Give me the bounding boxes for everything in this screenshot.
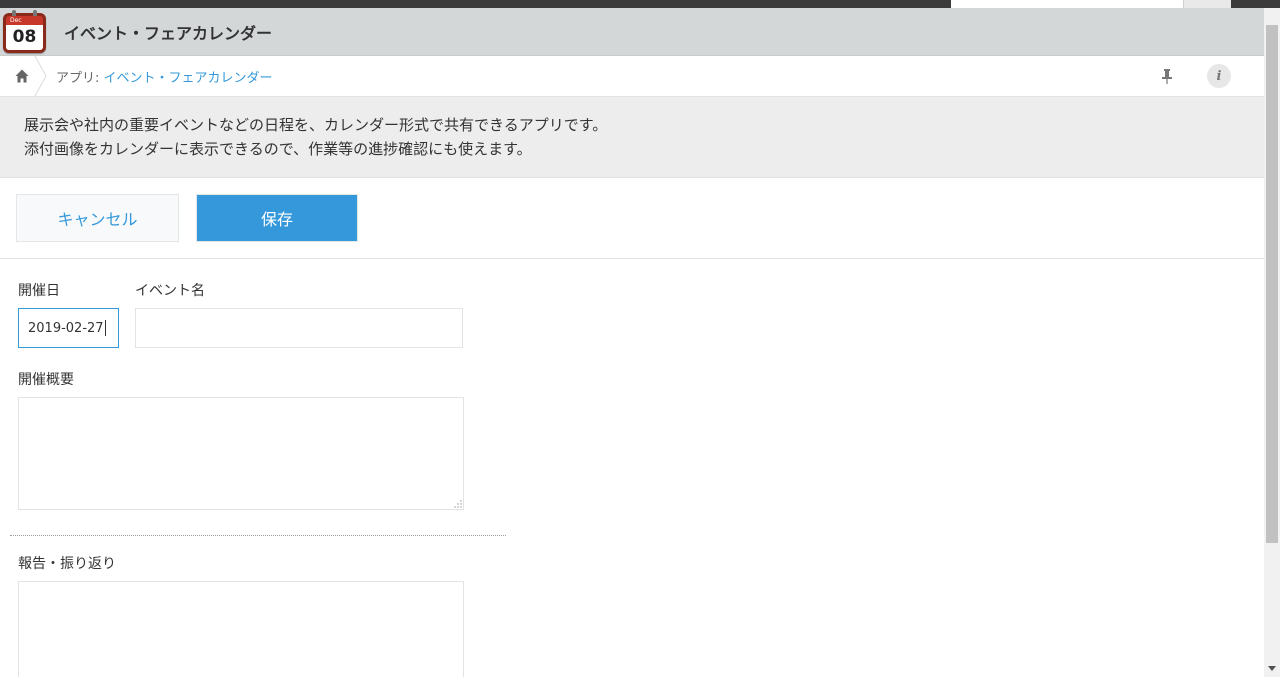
field-group-divider [10,535,506,536]
summary-textarea[interactable] [18,397,464,510]
global-top-bar [0,0,1280,8]
breadcrumb: アプリ: イベント・フェアカレンダー i [0,56,1264,97]
text-caret [104,320,106,336]
resize-grip-icon[interactable] [453,499,462,508]
scrollbar-thumb[interactable] [1266,25,1278,543]
form-action-bar: キャンセル 保存 [0,178,1264,259]
home-icon [15,69,29,83]
cancel-button[interactable]: キャンセル [16,194,179,242]
calendar-icon-month: Dec [6,16,43,25]
event-name-label: イベント名 [135,283,205,299]
report-textarea[interactable] [18,581,464,677]
pin-button[interactable] [1156,65,1178,87]
pin-icon [1162,69,1172,84]
summary-label: 開催概要 [18,372,74,388]
date-value: 2019-02-27 [28,320,104,336]
date-label: 開催日 [18,283,60,299]
info-icon: i [1216,68,1222,84]
app-description: 展示会や社内の重要イベントなどの日程を、カレンダー形式で共有できるアプリです。 … [0,97,1264,178]
event-name-input[interactable] [135,308,463,348]
scroll-down-button[interactable] [1264,661,1280,677]
calendar-app-icon: Dec 08 [3,10,46,54]
info-button[interactable]: i [1207,64,1231,88]
global-search-box[interactable] [951,0,1183,8]
report-label: 報告・振り返り [18,556,116,572]
breadcrumb-prefix: アプリ: [56,71,104,86]
save-button[interactable]: 保存 [196,194,358,242]
chevron-down-icon [1268,666,1276,671]
description-line-1: 展示会や社内の重要イベントなどの日程を、カレンダー形式で共有できるアプリです。 [24,116,608,134]
app-title: イベント・フェアカレンダー [64,24,273,43]
description-line-2: 添付画像をカレンダーに表示できるので、作業等の進捗確認にも使えます。 [24,140,532,158]
breadcrumb-separator [34,56,47,96]
breadcrumb-app-link[interactable]: イベント・フェアカレンダー [104,71,273,86]
global-search-button[interactable] [1183,0,1231,8]
app-header: Dec 08 イベント・フェアカレンダー [0,8,1264,56]
date-input[interactable]: 2019-02-27 [18,308,119,348]
calendar-icon-day: 08 [6,25,43,50]
breadcrumb-path: アプリ: イベント・フェアカレンダー [56,67,273,86]
